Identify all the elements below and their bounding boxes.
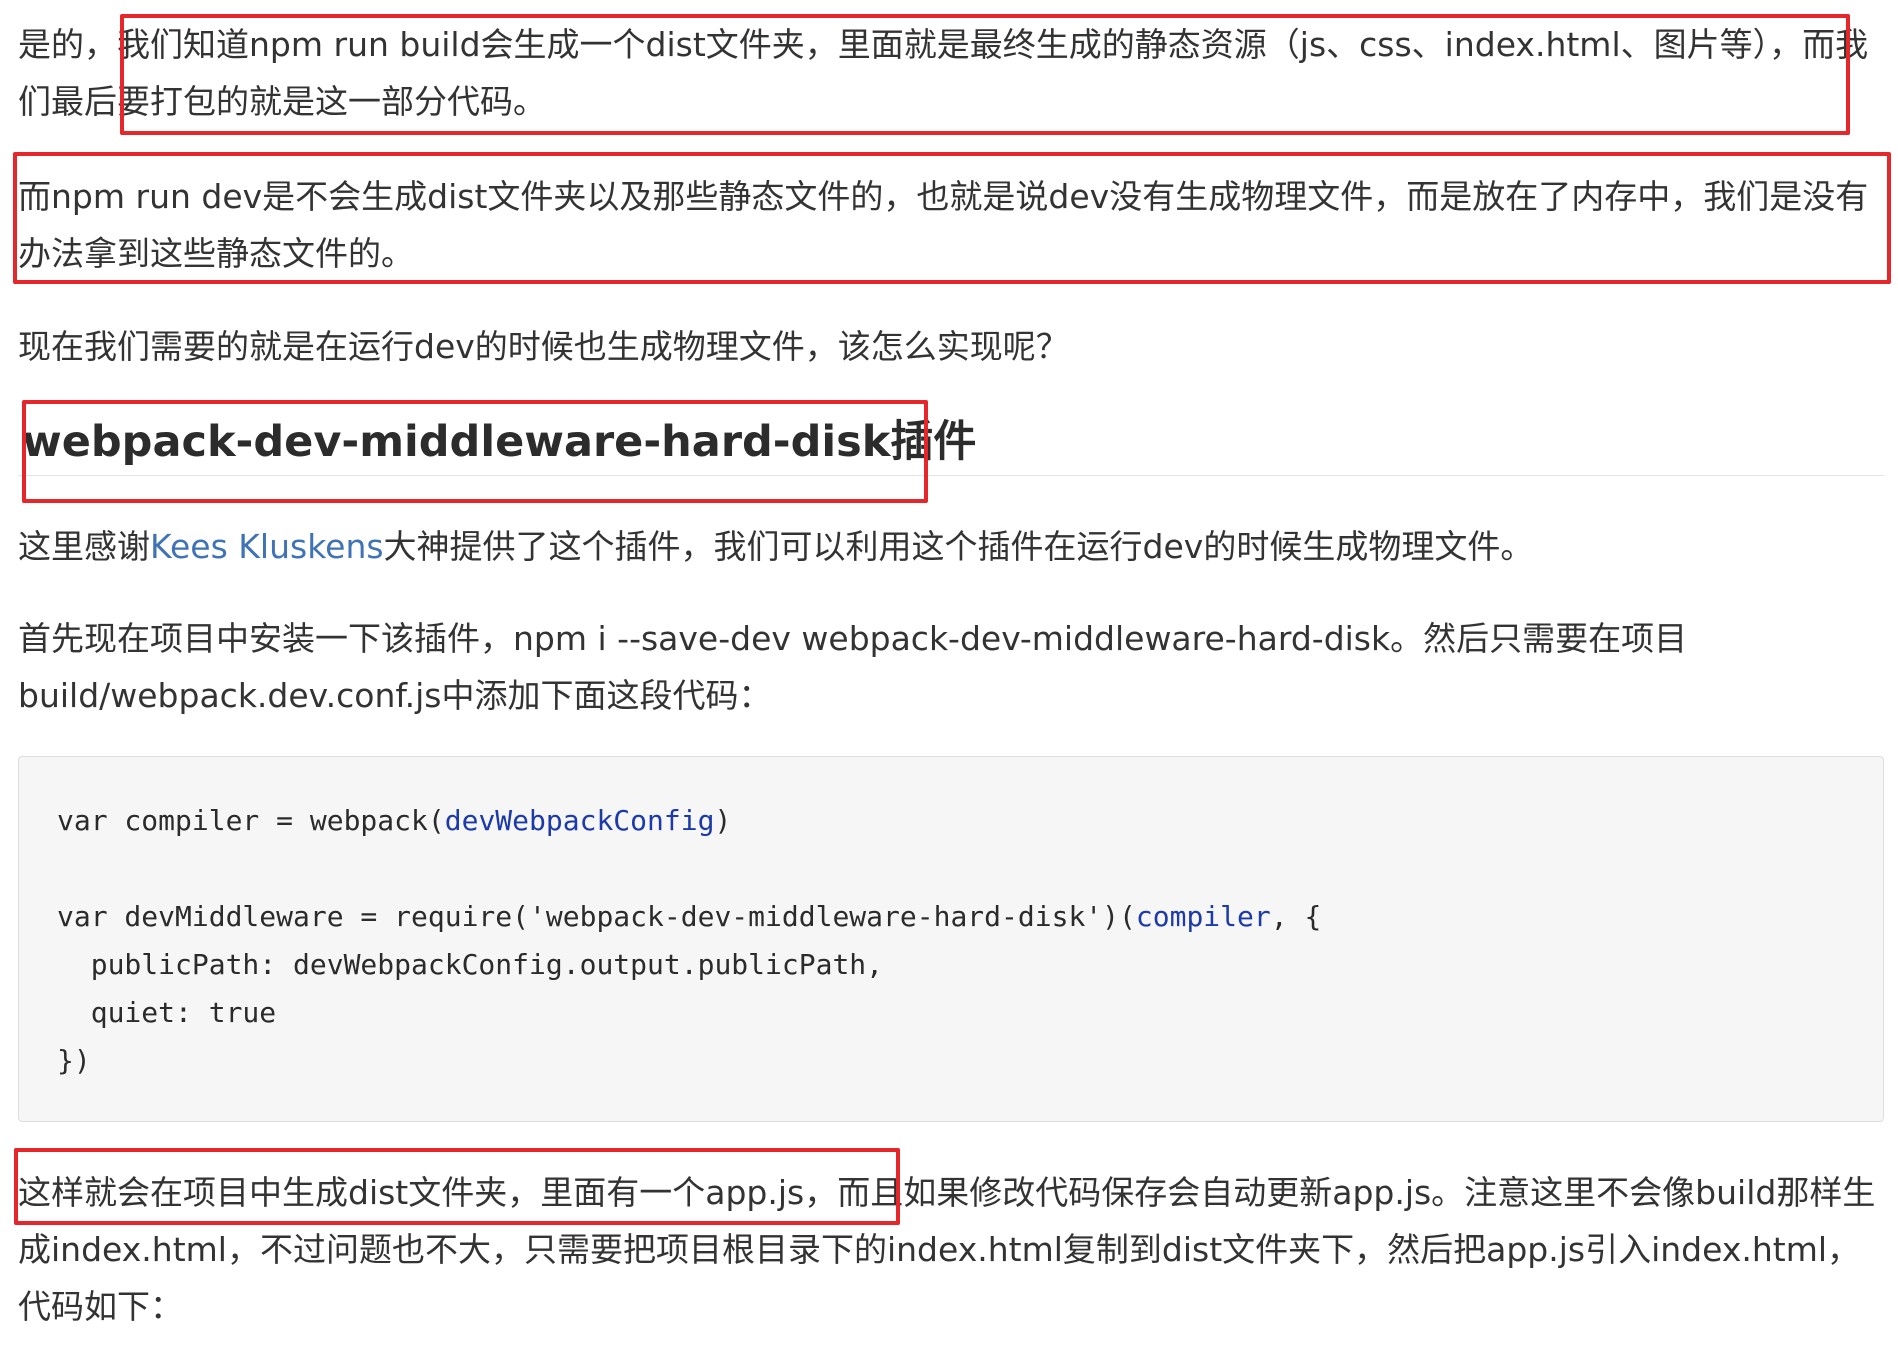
code-text: var compiler = webpack( <box>57 804 445 837</box>
code-text: ) <box>714 804 732 837</box>
article-page: 是的，我们知道npm run build会生成一个dist文件夹，里面就是最终生… <box>0 0 1898 1350</box>
code-line: publicPath: devWebpackConfig.output.publ… <box>57 948 884 981</box>
highlight-box-heading <box>22 400 928 503</box>
paragraph-install: 首先现在项目中安装一下该插件，npm i --save-dev webpack-… <box>18 619 1688 715</box>
code-text: var devMiddleware = require('webpack-dev… <box>57 900 1136 933</box>
code-identifier: devWebpackConfig <box>444 804 715 837</box>
code-identifier: compiler <box>1135 900 1271 933</box>
code-line: }) <box>57 1044 91 1077</box>
thanks-prefix: 这里感谢 <box>18 527 150 566</box>
code-line: var compiler = webpack(devWebpackConfig) <box>57 797 1847 845</box>
highlight-box-build <box>120 14 1850 135</box>
thanks-suffix: 大神提供了这个插件，我们可以利用这个插件在运行dev的时候生成物理文件。 <box>383 527 1534 566</box>
code-text: , { <box>1270 900 1322 933</box>
paragraph-question: 现在我们需要的就是在运行dev的时候也生成物理文件，该怎么实现呢？ <box>18 327 1069 366</box>
paragraph-thanks: 这里感谢Kees Kluskens大神提供了这个插件，我们可以利用这个插件在运行… <box>18 518 1884 575</box>
highlight-box-dev <box>13 152 1891 284</box>
code-line: quiet: true <box>57 996 277 1029</box>
highlight-box-result <box>14 1148 900 1225</box>
author-link[interactable]: Kees Kluskens <box>150 527 384 566</box>
code-line: var devMiddleware = require('webpack-dev… <box>57 893 1847 941</box>
code-block: var compiler = webpack(devWebpackConfig)… <box>18 756 1884 1122</box>
